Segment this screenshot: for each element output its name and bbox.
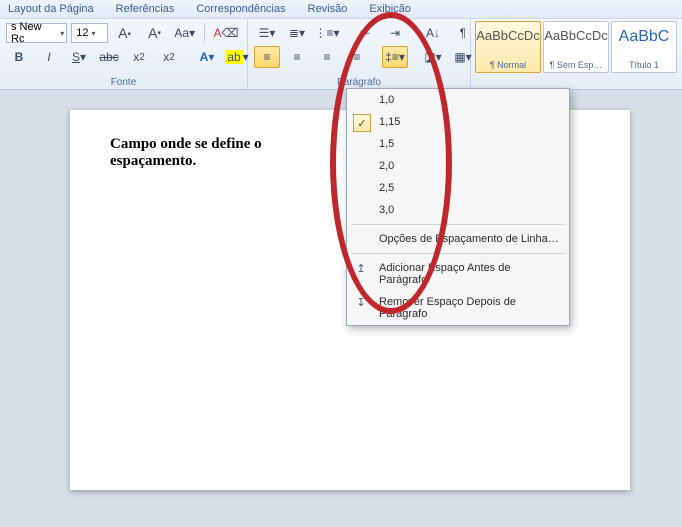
decrease-indent-button[interactable]: ⇤ [352,22,378,44]
check-col [353,92,371,110]
option-label: 1,0 [379,94,394,106]
style-normal[interactable]: AaBbCcDc ¶ Normal [475,21,541,73]
font-size-combo[interactable]: 12 ▾ [71,23,107,43]
style-name: ¶ Sem Esp… [544,60,608,70]
menu-divider [351,224,565,225]
separator [204,23,205,43]
shading-button[interactable]: ◪▾ [420,46,446,68]
chevron-down-icon: ▾ [60,29,64,38]
strikethrough-button[interactable]: abc [96,46,122,68]
check-col [353,180,371,198]
underline-button[interactable]: S▾ [66,46,92,68]
superscript-button[interactable]: x2 [156,46,182,68]
document-area: Campo onde se define o espaçamento. [0,90,682,527]
highlight-button[interactable]: ab▾ [224,46,250,68]
ribbon-tabs: Layout da Página Referências Correspondê… [0,0,682,19]
group-styles: AaBbCcDc ¶ Normal AaBbCcDc ¶ Sem Esp… Aa… [471,19,682,89]
check-col [353,158,371,176]
font-size-value: 12 [76,27,88,39]
group-label-paragraph: Parágrafo [248,77,470,88]
tab-view[interactable]: Exibição [369,3,411,15]
chevron-down-icon: ▾ [91,29,95,38]
option-label: Remover Espaço Depois de Parágrafo [379,296,516,320]
ribbon: s New Rc ▾ 12 ▾ A▴ A▾ Aa▾ A⌫ B I S▾ abc … [0,19,682,90]
style-heading1[interactable]: AaBbC Título 1 [611,21,677,73]
style-name: ¶ Normal [476,60,540,70]
option-label: Adicionar Espaço Antes de Parágrafo [379,262,510,286]
check-col [353,136,371,154]
font-name-value: s New Rc [11,21,57,45]
change-case-button[interactable]: Aa▾ [172,22,198,44]
remove-space-after-icon: ↧ [353,295,369,309]
style-sample: AaBbC [612,28,676,46]
spacing-option-2-0[interactable]: 2,0 [347,155,569,177]
spacing-option-1-0[interactable]: 1,0 [347,89,569,111]
line-spacing-button[interactable]: ‡≡▾ [382,46,408,68]
check-icon: ✓ [353,114,371,132]
numbering-button[interactable]: ≣▾ [284,22,310,44]
spacing-option-3-0[interactable]: 3,0 [347,199,569,221]
group-label-font: Fonte [0,77,247,88]
document-text: Campo onde se define o espaçamento. [110,136,290,171]
grow-font-button[interactable]: A▴ [112,22,138,44]
tab-mailings[interactable]: Correspondências [196,3,285,15]
sort-button[interactable]: A↓ [420,22,446,44]
option-label: 2,5 [379,182,394,194]
line-spacing-menu: 1,0 ✓ 1,15 1,5 2,0 2,5 3,0 Opções de Esp… [346,88,570,326]
align-center-button[interactable]: ≡ [284,46,310,68]
spacing-options-link[interactable]: Opções de Espaçamento de Linha… [347,228,569,250]
style-sample: AaBbCcDc [476,28,540,43]
align-left-button[interactable]: ≡ [254,46,280,68]
spacing-option-1-5[interactable]: 1,5 [347,133,569,155]
group-paragraph: ☰▾ ≣▾ ⋮≡▾ ⇤ ⇥ A↓ ¶ ≡ ≡ ≡ ≡ ‡≡▾ ◪▾ ▦▾ Par… [248,19,471,89]
tab-layout[interactable]: Layout da Página [8,3,94,15]
spacing-option-2-5[interactable]: 2,5 [347,177,569,199]
check-col: ✓ [353,114,371,132]
style-name: Título 1 [612,60,676,70]
multilevel-list-button[interactable]: ⋮≡▾ [314,22,340,44]
increase-indent-button[interactable]: ⇥ [382,22,408,44]
option-label: 3,0 [379,204,394,216]
spacing-option-1-15[interactable]: ✓ 1,15 [347,111,569,133]
check-col [353,202,371,220]
style-sample: AaBbCcDc [544,28,608,43]
add-space-before[interactable]: ↥ Adicionar Espaço Antes de Parágrafo [347,257,569,291]
option-label: Opções de Espaçamento de Linha… [379,233,559,245]
style-no-spacing[interactable]: AaBbCcDc ¶ Sem Esp… [543,21,609,73]
bold-button[interactable]: B [6,46,32,68]
text-effects-button[interactable]: A▾ [194,46,220,68]
tab-references[interactable]: Referências [116,3,175,15]
remove-space-after[interactable]: ↧ Remover Espaço Depois de Parágrafo [347,291,569,325]
tab-review[interactable]: Revisão [308,3,348,15]
option-label: 2,0 [379,160,394,172]
subscript-button[interactable]: x2 [126,46,152,68]
menu-divider [351,253,565,254]
italic-button[interactable]: I [36,46,62,68]
justify-button[interactable]: ≡ [344,46,370,68]
add-space-before-icon: ↥ [353,261,369,275]
group-font: s New Rc ▾ 12 ▾ A▴ A▾ Aa▾ A⌫ B I S▾ abc … [0,19,248,89]
shrink-font-button[interactable]: A▾ [142,22,168,44]
font-name-combo[interactable]: s New Rc ▾ [6,23,67,43]
clear-formatting-button[interactable]: A⌫ [211,22,241,44]
bullets-button[interactable]: ☰▾ [254,22,280,44]
option-label: 1,5 [379,138,394,150]
option-label: 1,15 [379,116,400,128]
align-right-button[interactable]: ≡ [314,46,340,68]
